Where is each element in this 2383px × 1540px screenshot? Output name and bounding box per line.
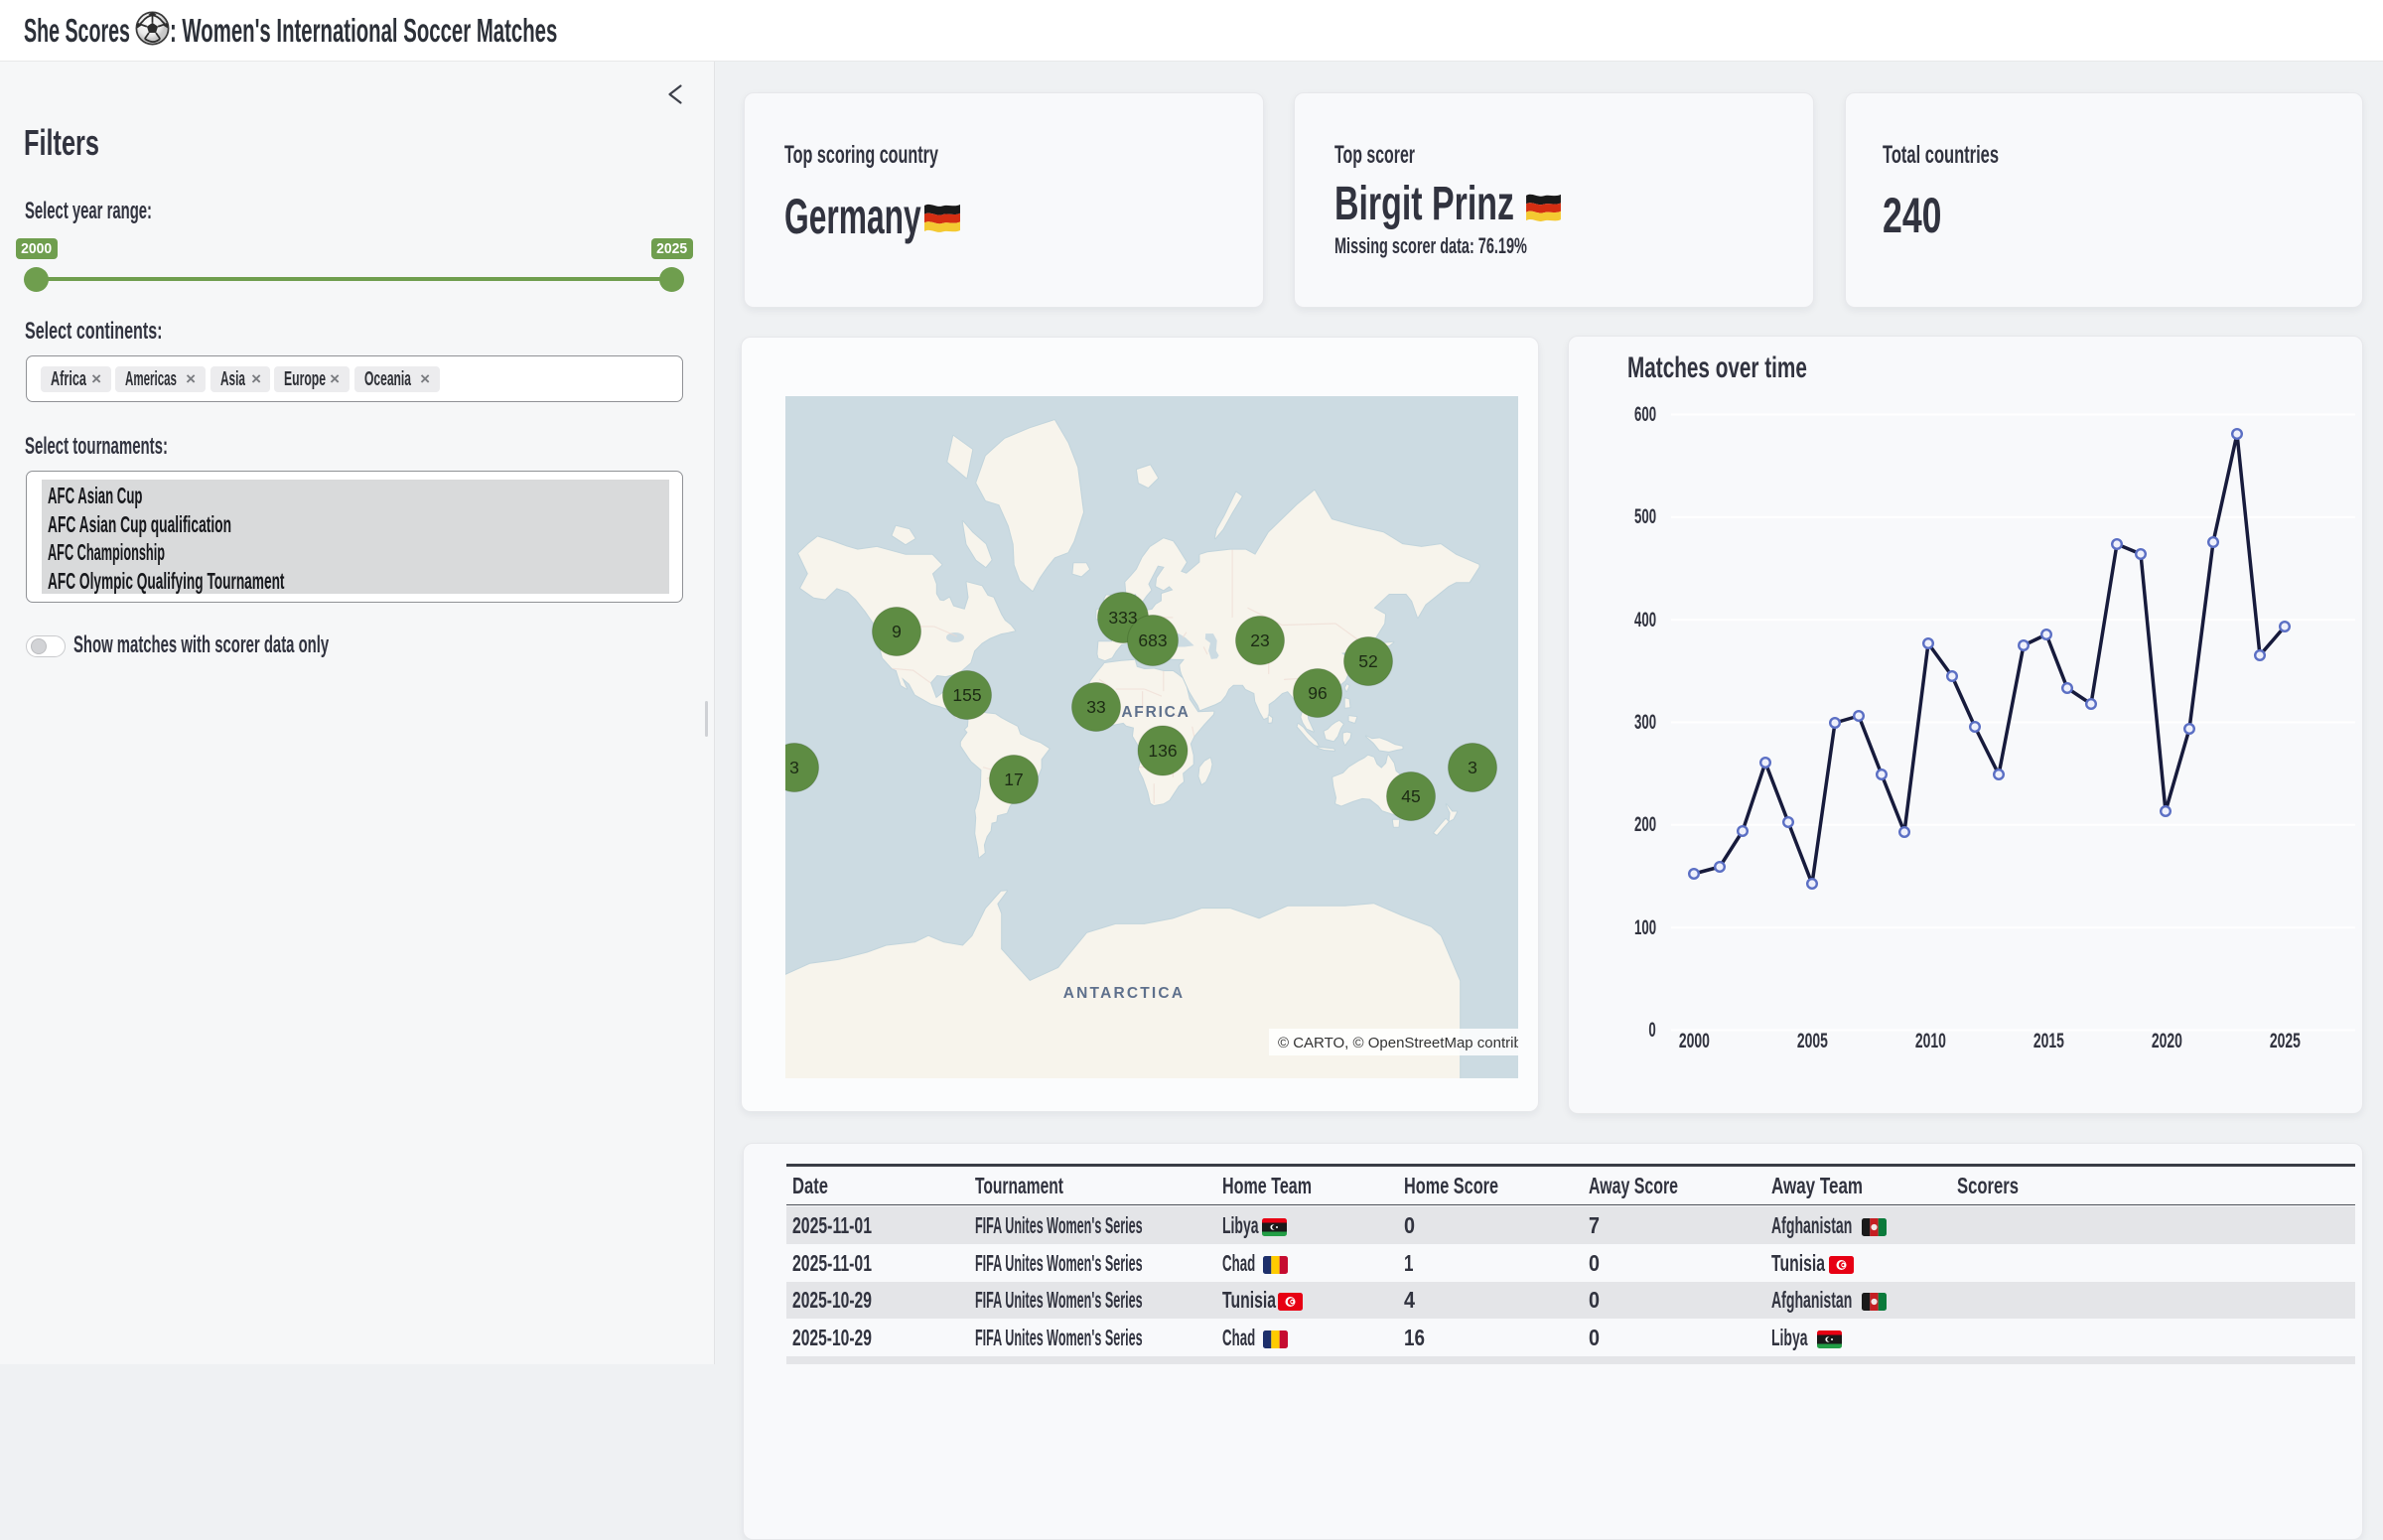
svg-text:52: 52 bbox=[1358, 651, 1377, 671]
svg-text:23: 23 bbox=[1250, 630, 1269, 650]
svg-text:45: 45 bbox=[1401, 786, 1420, 806]
svg-text:683: 683 bbox=[1138, 630, 1167, 650]
svg-text:3: 3 bbox=[1468, 758, 1477, 777]
svg-text:ANTARCTICA: ANTARCTICA bbox=[1063, 985, 1185, 1002]
svg-text:96: 96 bbox=[1308, 683, 1327, 703]
svg-text:333: 333 bbox=[1108, 608, 1137, 628]
svg-text:AFRICA: AFRICA bbox=[1121, 704, 1190, 721]
svg-text:© CARTO, © OpenStreetMap contr: © CARTO, © OpenStreetMap contribu bbox=[1278, 1035, 1518, 1051]
svg-text:3: 3 bbox=[789, 758, 799, 777]
svg-text:155: 155 bbox=[952, 685, 981, 705]
svg-text:33: 33 bbox=[1086, 697, 1105, 717]
svg-text:9: 9 bbox=[892, 622, 902, 641]
svg-text:136: 136 bbox=[1148, 741, 1177, 761]
svg-text:17: 17 bbox=[1004, 770, 1023, 789]
